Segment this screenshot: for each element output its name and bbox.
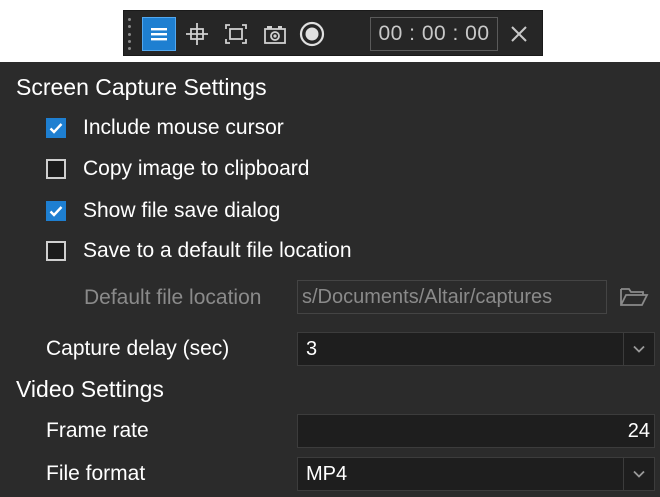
include-mouse-cursor-checkbox[interactable] xyxy=(46,118,66,138)
capture-toolbar: 00 : 00 : 00 xyxy=(123,10,543,56)
folder-open-icon xyxy=(620,288,649,306)
save-to-default-location-checkbox[interactable] xyxy=(46,241,66,261)
menu-icon xyxy=(151,28,167,41)
copy-to-clipboard-checkbox[interactable] xyxy=(46,159,66,179)
file-format-arrow[interactable] xyxy=(623,458,654,490)
crosshair-icon xyxy=(186,23,208,45)
include-mouse-cursor-option[interactable]: Include mouse cursor xyxy=(46,113,284,143)
checkmark-icon xyxy=(49,206,63,217)
chevron-down-icon xyxy=(633,470,645,478)
chevron-down-icon xyxy=(633,345,645,353)
file-format-label: File format xyxy=(46,462,146,485)
show-file-save-dialog-checkbox[interactable] xyxy=(46,201,66,221)
default-file-location-input[interactable]: s/Documents/Altair/captures xyxy=(297,280,607,314)
crosshair-button[interactable] xyxy=(180,17,214,51)
region-select-button[interactable] xyxy=(219,17,253,51)
default-file-location-label: Default file location xyxy=(84,286,262,309)
copy-to-clipboard-label: Copy image to clipboard xyxy=(83,157,310,180)
close-button[interactable] xyxy=(502,17,536,51)
recording-timer: 00 : 00 : 00 xyxy=(370,17,498,51)
video-settings-heading: Video Settings xyxy=(16,376,164,402)
drag-handle[interactable] xyxy=(128,18,132,50)
record-icon xyxy=(299,21,325,47)
frame-rate-input[interactable]: 24 xyxy=(297,414,655,448)
close-icon xyxy=(511,26,527,42)
checkmark-icon xyxy=(49,123,63,134)
region-select-icon xyxy=(225,24,247,44)
camera-icon xyxy=(264,26,286,44)
copy-to-clipboard-option[interactable]: Copy image to clipboard xyxy=(46,154,309,184)
screenshot-button[interactable] xyxy=(258,17,292,51)
capture-delay-value: 3 xyxy=(306,338,318,360)
screen-capture-settings-heading: Screen Capture Settings xyxy=(16,74,267,100)
capture-delay-arrow[interactable] xyxy=(623,333,654,365)
show-file-save-dialog-option[interactable]: Show file save dialog xyxy=(46,196,280,226)
capture-delay-label: Capture delay (sec) xyxy=(46,337,230,360)
show-file-save-dialog-label: Show file save dialog xyxy=(83,199,281,222)
save-to-default-location-option[interactable]: Save to a default file location xyxy=(46,236,352,266)
save-to-default-location-label: Save to a default file location xyxy=(83,239,352,262)
menu-button[interactable] xyxy=(142,17,176,51)
capture-settings-panel: Screen Capture Settings Include mouse cu… xyxy=(0,62,660,497)
frame-rate-label: Frame rate xyxy=(46,419,149,442)
file-format-value: MP4 xyxy=(306,463,348,485)
record-button[interactable] xyxy=(295,17,329,51)
capture-delay-dropdown[interactable]: 3 xyxy=(297,332,655,366)
include-mouse-cursor-label: Include mouse cursor xyxy=(83,116,284,139)
browse-folder-button[interactable] xyxy=(616,280,652,314)
file-format-dropdown[interactable]: MP4 xyxy=(297,457,655,491)
